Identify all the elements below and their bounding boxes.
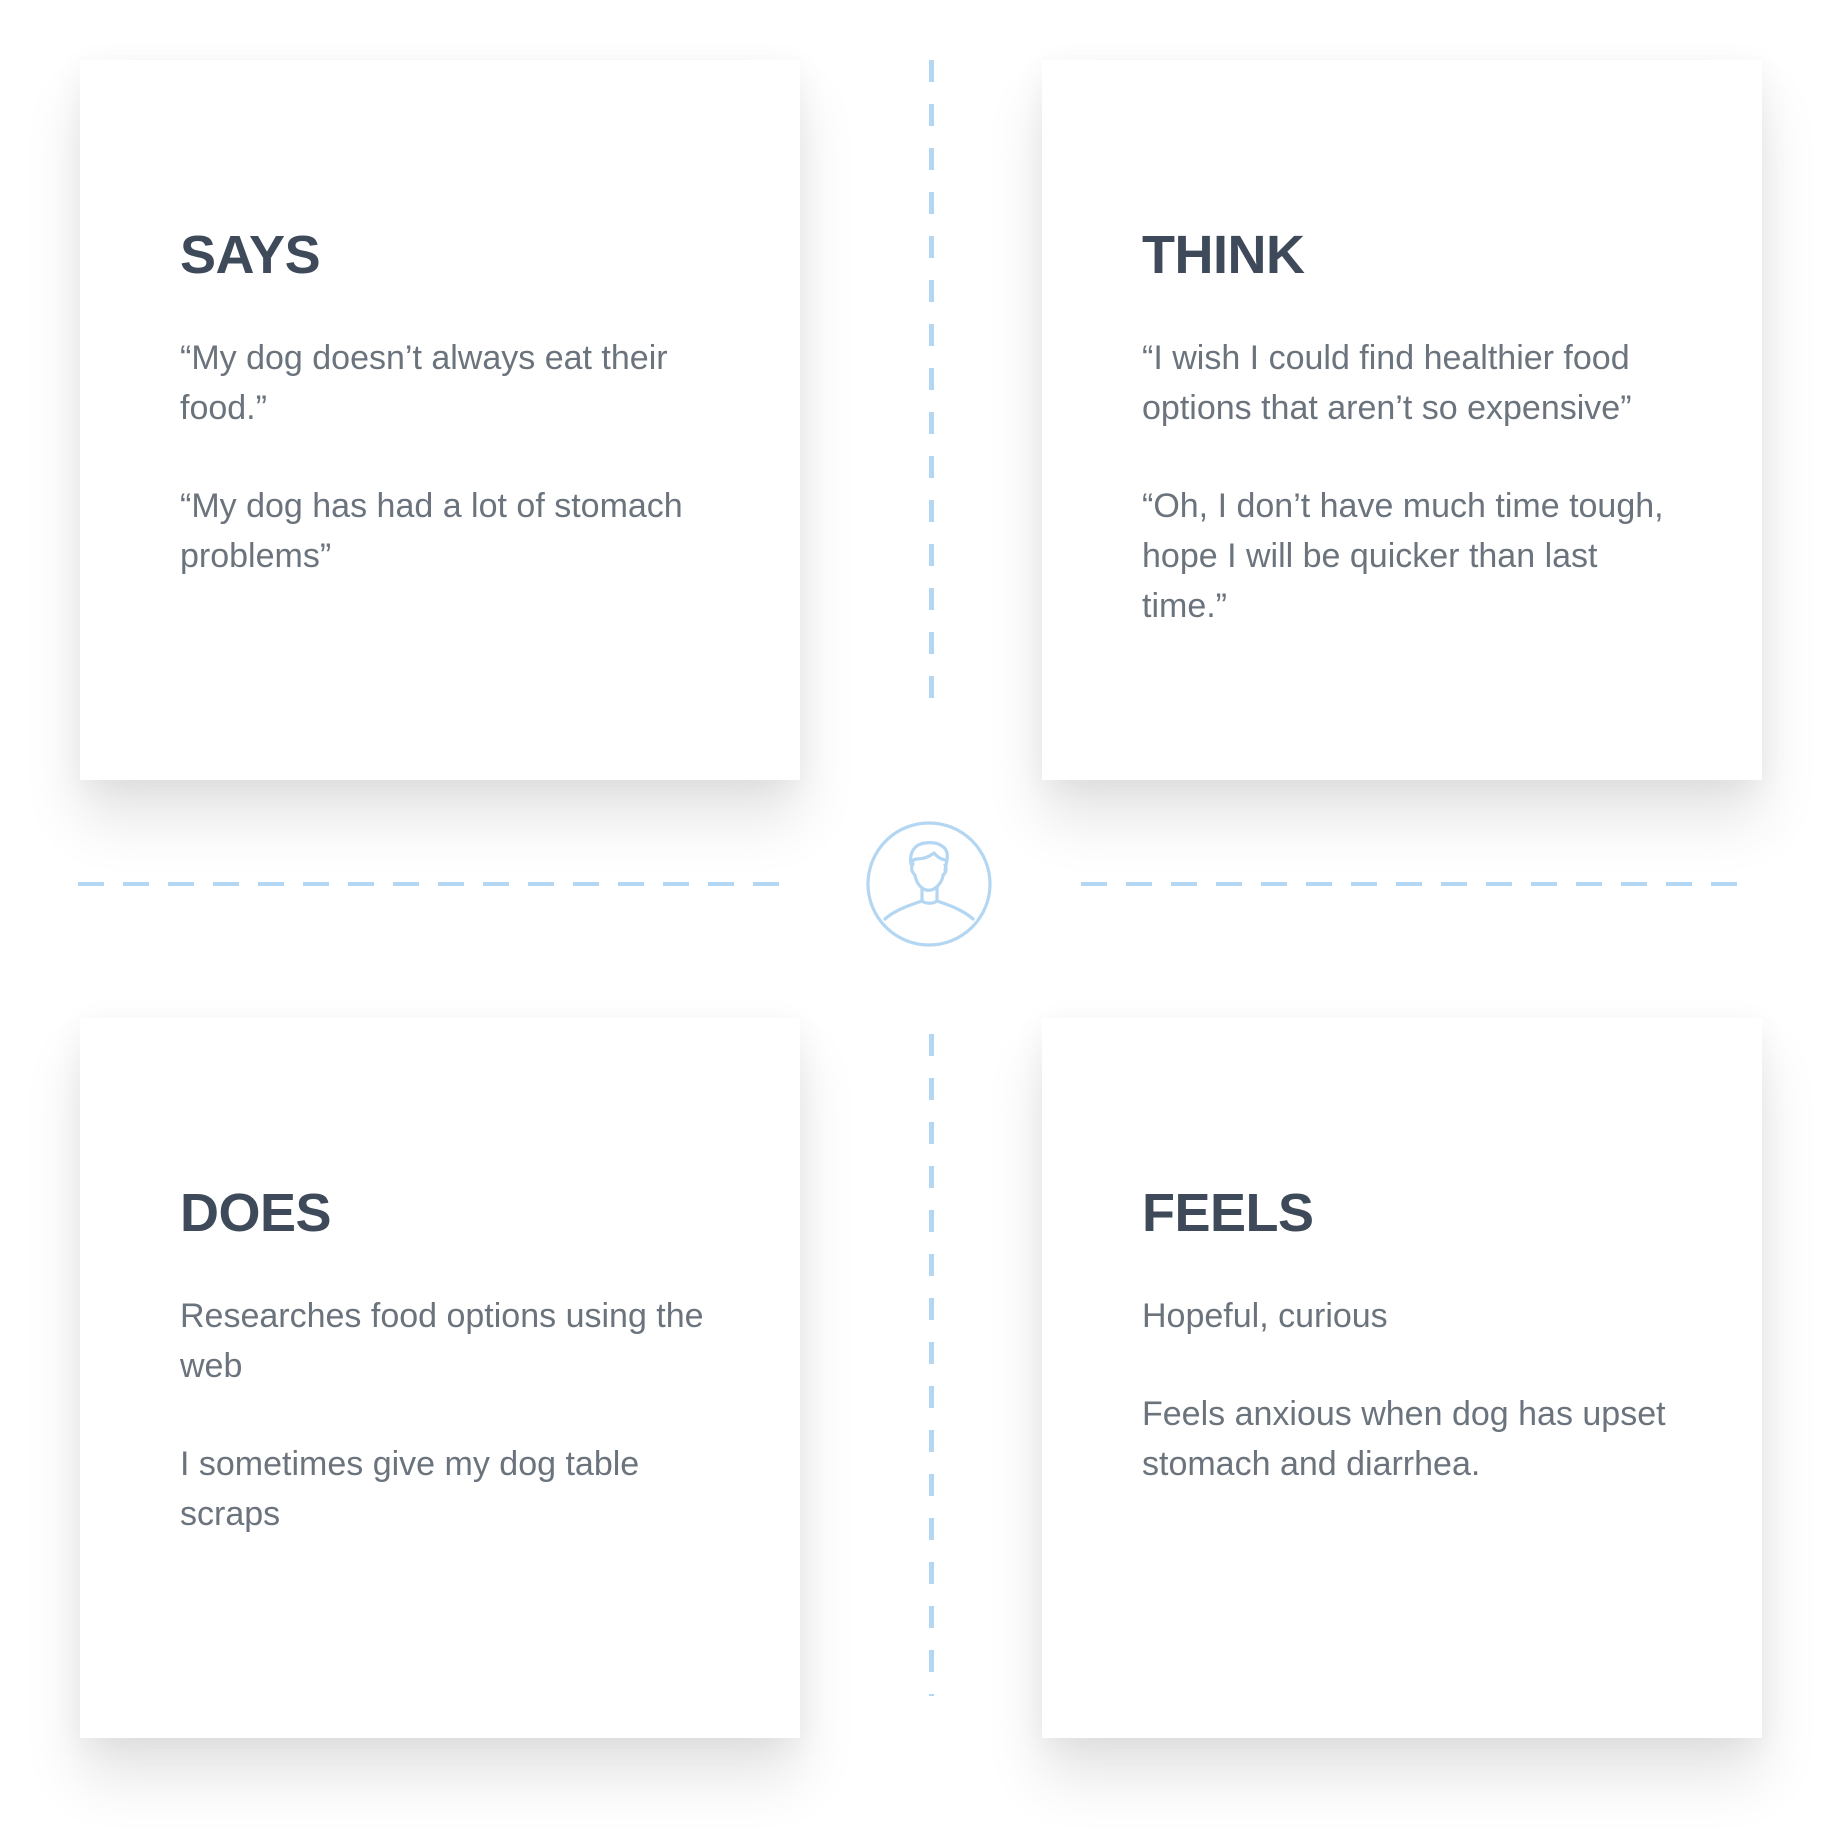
quadrant-says: SAYS “My dog doesn’t always eat their fo… <box>80 60 800 780</box>
vertical-divider-bottom <box>929 1034 934 1696</box>
quadrant-title: DOES <box>180 1183 332 1243</box>
quadrant-items: “I wish I could find healthier food opti… <box>1142 333 1702 631</box>
quadrant-item: I sometimes give my dog table scraps <box>180 1445 640 1533</box>
quadrant-think: THINK “I wish I could find healthier foo… <box>1042 60 1762 780</box>
quadrant-items: “My dog doesn’t always eat their food.” … <box>180 333 740 581</box>
quadrant-item: “My dog doesn’t always eat their food.” <box>180 339 668 427</box>
quadrant-item: “My dog has had a lot of stomach problem… <box>180 487 683 575</box>
horizontal-divider-right <box>1081 882 1746 886</box>
vertical-divider-top <box>929 60 934 720</box>
user-avatar-icon <box>865 820 993 948</box>
quadrant-item: “Oh, I don’t have much time tough, hope … <box>1142 487 1664 625</box>
quadrant-does: DOES Researches food options using the w… <box>80 1018 800 1738</box>
quadrant-title: FEELS <box>1142 1183 1314 1243</box>
quadrant-items: Researches food options using the web I … <box>180 1291 740 1539</box>
quadrant-item: Researches food options using the web <box>180 1297 704 1385</box>
quadrant-item: “I wish I could find healthier food opti… <box>1142 339 1632 427</box>
quadrant-item: Feels anxious when dog has upset stomach… <box>1142 1395 1666 1483</box>
quadrant-item: Hopeful, curious <box>1142 1297 1388 1335</box>
quadrant-title: THINK <box>1142 225 1305 285</box>
quadrant-feels: FEELS Hopeful, curious Feels anxious whe… <box>1042 1018 1762 1738</box>
quadrant-title: SAYS <box>180 225 321 285</box>
quadrant-items: Hopeful, curious Feels anxious when dog … <box>1142 1291 1702 1489</box>
horizontal-divider-left <box>78 882 785 886</box>
